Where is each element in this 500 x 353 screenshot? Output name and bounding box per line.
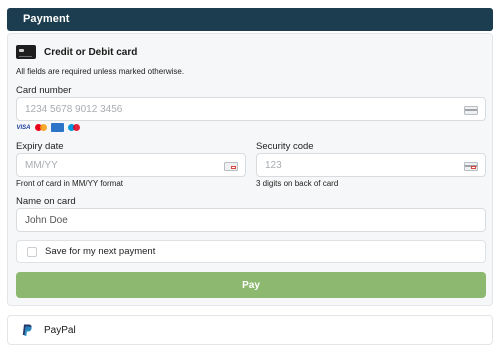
visa-icon: VISA [16,124,31,131]
card-brands: VISA [16,123,80,132]
card-method-label: Credit or Debit card [44,46,138,58]
card-payment-panel: Credit or Debit card All fields are requ… [7,33,493,306]
expiry-placeholder: MM/YY [25,159,58,171]
security-code-hint: 3 digits on back of card [256,179,339,188]
card-back-icon [464,162,478,171]
name-on-card-input[interactable]: John Doe [16,208,486,232]
save-payment-row[interactable]: Save for my next payment [16,240,486,263]
page-title: Payment [23,13,70,25]
required-note: All fields are required unless marked ot… [16,67,185,76]
save-payment-label: Save for my next payment [45,246,156,257]
card-generic-icon [464,106,478,115]
expiry-hint: Front of card in MM/YY format [16,179,123,188]
card-number-placeholder: 1234 5678 9012 3456 [25,103,123,115]
mastercard-icon [35,123,47,132]
card-method-option[interactable]: Credit or Debit card [16,44,137,60]
security-code-label: Security code [256,141,314,152]
name-on-card-value: John Doe [25,214,68,226]
expiry-input[interactable]: MM/YY [16,153,246,177]
credit-card-icon [16,45,36,59]
name-on-card-label: Name on card [16,196,76,207]
card-number-input[interactable]: 1234 5678 9012 3456 [16,97,486,121]
paypal-option[interactable]: PayPal [7,315,493,345]
card-number-label: Card number [16,85,72,96]
paypal-label: PayPal [44,325,76,336]
amex-icon [51,123,64,132]
maestro-icon [68,123,80,132]
save-payment-checkbox[interactable] [27,247,37,257]
payment-header: Payment [7,8,493,31]
paypal-icon [22,324,32,336]
card-front-icon [224,162,238,171]
security-code-input[interactable]: 123 [256,153,486,177]
expiry-label: Expiry date [16,141,64,152]
security-code-placeholder: 123 [265,159,282,171]
pay-button[interactable]: Pay [16,272,486,298]
